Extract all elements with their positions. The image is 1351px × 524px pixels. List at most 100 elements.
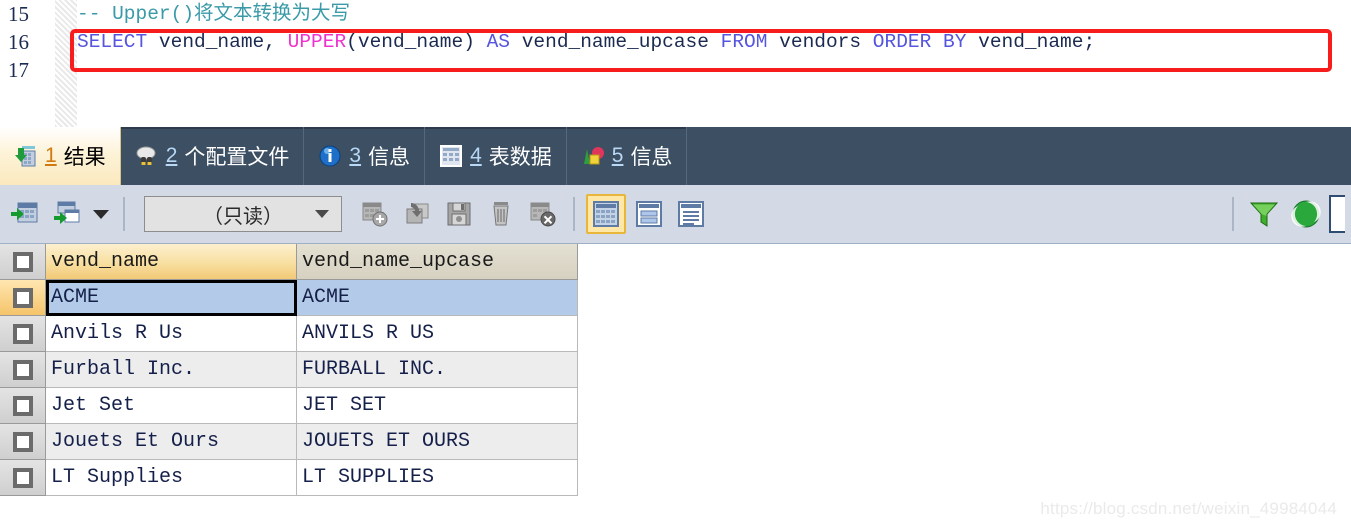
info-icon: [318, 144, 342, 168]
revert-icon[interactable]: [398, 194, 436, 234]
row-header[interactable]: [0, 460, 46, 496]
text-view-icon[interactable]: [672, 194, 710, 234]
result-grid[interactable]: vend_name vend_name_upcase ACME ACME Anv…: [0, 244, 1351, 524]
cancel-edit-icon[interactable]: [524, 194, 562, 234]
select-all-row-header[interactable]: [0, 244, 46, 280]
bookmark-margin[interactable]: [55, 0, 77, 127]
line-number: 15: [8, 2, 29, 26]
table-row[interactable]: ACME ACME: [0, 280, 1351, 316]
partial-dropdown-control[interactable]: [1329, 195, 1345, 233]
line-number-gutter: 15 16 17: [0, 0, 55, 127]
row-checkbox[interactable]: [12, 395, 33, 416]
export-grid-icon[interactable]: [6, 194, 44, 234]
tab-profile-number: 2: [165, 144, 178, 167]
table-row[interactable]: LT Supplies LT SUPPLIES: [0, 460, 1351, 496]
tab-table-data[interactable]: 4 表数据: [425, 127, 567, 185]
column-header-vend-name[interactable]: vend_name: [46, 244, 297, 280]
cell-vend-name[interactable]: LT Supplies: [46, 460, 297, 496]
kw-as: AS: [486, 31, 511, 53]
fn-upper: UPPER: [287, 31, 347, 53]
grid-header-row: vend_name vend_name_upcase: [0, 244, 1351, 280]
tab-info-label: 信息: [368, 146, 411, 169]
tab-info-2-number: 5: [611, 144, 624, 167]
delete-row-icon[interactable]: [482, 194, 520, 234]
cell-vend-name-upcase[interactable]: ANVILS R US: [297, 316, 578, 352]
cell-vend-name-upcase[interactable]: LT SUPPLIES: [297, 460, 578, 496]
result-toolbar[interactable]: （只读）: [0, 185, 1351, 244]
table-row[interactable]: Furball Inc. FURBALL INC.: [0, 352, 1351, 388]
table-name: vendors: [767, 31, 873, 53]
select-all-checkbox[interactable]: [12, 251, 33, 272]
row-checkbox[interactable]: [12, 431, 33, 452]
tab-table-data-number: 4: [470, 144, 482, 167]
row-checkbox[interactable]: [12, 287, 33, 308]
result-tabs[interactable]: 1 结果 2 个配置文件 3 信息 4 表数据 5 信息: [0, 127, 1351, 185]
tab-table-data-label: 表数据: [488, 146, 552, 169]
row-checkbox[interactable]: [12, 359, 33, 380]
tab-info-number: 3: [349, 144, 362, 167]
tab-profile-label: 个配置文件: [184, 146, 290, 169]
tab-info[interactable]: 3 信息: [304, 127, 426, 185]
cell-vend-name[interactable]: Jet Set: [46, 388, 297, 424]
row-header[interactable]: [0, 352, 46, 388]
alias-name: vend_name_upcase: [510, 31, 721, 53]
edit-mode-value: （只读）: [203, 205, 283, 228]
sql-editor[interactable]: 15 16 17 -- Upper()将文本转换为大写 SELECT vend_…: [0, 0, 1351, 127]
toolbar-separator-2: [573, 197, 575, 231]
cell-vend-name-upcase[interactable]: FURBALL INC.: [297, 352, 578, 388]
result-grid-icon: [14, 144, 38, 168]
row-header[interactable]: [0, 424, 46, 460]
tab-result[interactable]: 1 结果: [0, 127, 121, 185]
tab-info-2[interactable]: 5 信息: [567, 127, 688, 185]
filter-icon[interactable]: [1245, 194, 1283, 234]
kw-from: FROM: [720, 31, 768, 53]
chevron-down-icon: [315, 210, 329, 218]
sql-comment: -- Upper()将文本转换为大写: [77, 3, 351, 25]
row-checkbox[interactable]: [12, 467, 33, 488]
export-grid-menu-icon[interactable]: [48, 194, 86, 234]
tab-profile[interactable]: 2 个配置文件: [121, 127, 305, 185]
tab-result-label: 结果: [63, 146, 106, 169]
cell-vend-name[interactable]: Furball Inc.: [46, 352, 297, 388]
table-data-icon: [439, 144, 463, 168]
cell-vend-name[interactable]: Jouets Et Ours: [46, 424, 297, 460]
cell-vend-name-upcase[interactable]: ACME: [297, 280, 578, 316]
code-line-comment: -- Upper()将文本转换为大写: [77, 0, 1351, 28]
tab-result-number: 1: [45, 144, 57, 167]
line-number: 17: [8, 58, 29, 82]
table-row[interactable]: Jouets Et Ours JOUETS ET OURS: [0, 424, 1351, 460]
code-area[interactable]: -- Upper()将文本转换为大写 SELECT vend_name, UPP…: [77, 0, 1351, 127]
row-header[interactable]: [0, 388, 46, 424]
sql-client-window: 15 16 17 -- Upper()将文本转换为大写 SELECT vend_…: [0, 0, 1351, 524]
row-header[interactable]: [0, 316, 46, 352]
table-row[interactable]: Anvils R Us ANVILS R US: [0, 316, 1351, 352]
chart-info-icon: [581, 144, 605, 168]
refresh-icon[interactable]: [1287, 194, 1325, 234]
cell-vend-name[interactable]: Anvils R Us: [46, 316, 297, 352]
toolbar-separator: [123, 197, 125, 231]
cell-vend-name-upcase[interactable]: JOUETS ET OURS: [297, 424, 578, 460]
kw-by: BY: [931, 31, 967, 53]
tabstrip-filler: [687, 127, 1351, 185]
form-view-icon[interactable]: [630, 194, 668, 234]
watermark: https://blog.csdn.net/weixin_49984044: [1040, 499, 1337, 518]
save-icon[interactable]: [440, 194, 478, 234]
table-row[interactable]: Jet Set JET SET: [0, 388, 1351, 424]
row-header[interactable]: [0, 280, 46, 316]
order-column: vend_name;: [966, 31, 1096, 53]
add-row-icon[interactable]: [356, 194, 394, 234]
kw-order: ORDER: [872, 31, 932, 53]
toolbar-separator-3: [1232, 197, 1234, 231]
cell-vend-name-upcase[interactable]: JET SET: [297, 388, 578, 424]
profile-icon: [135, 144, 159, 168]
grid-view-icon[interactable]: [586, 194, 626, 234]
cell-vend-name[interactable]: ACME: [46, 280, 297, 316]
column-header-vend-name-upcase[interactable]: vend_name_upcase: [297, 244, 578, 280]
edit-mode-select[interactable]: （只读）: [144, 196, 342, 232]
col-vend-name: vend_name,: [147, 31, 288, 53]
tab-info-2-label: 信息: [630, 146, 673, 169]
export-dropdown-arrow-icon[interactable]: [90, 194, 112, 234]
fn-upper-args: (vend_name): [346, 31, 487, 53]
row-checkbox[interactable]: [12, 323, 33, 344]
